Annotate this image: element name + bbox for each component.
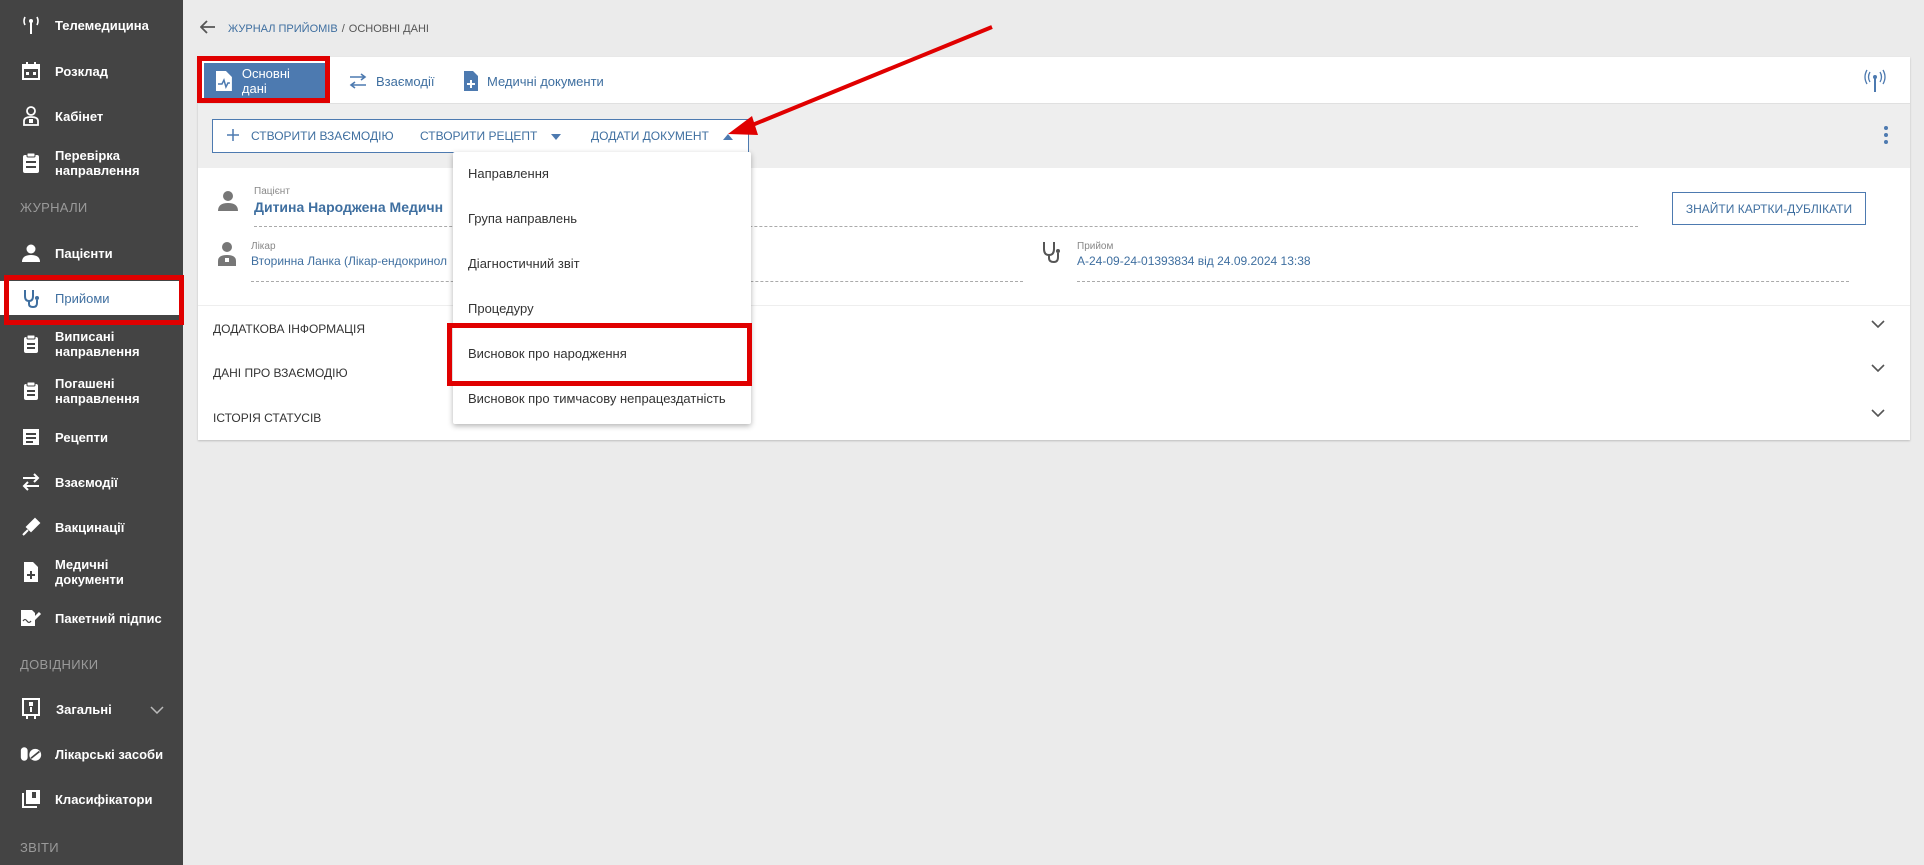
annotation-arrow xyxy=(728,25,993,135)
